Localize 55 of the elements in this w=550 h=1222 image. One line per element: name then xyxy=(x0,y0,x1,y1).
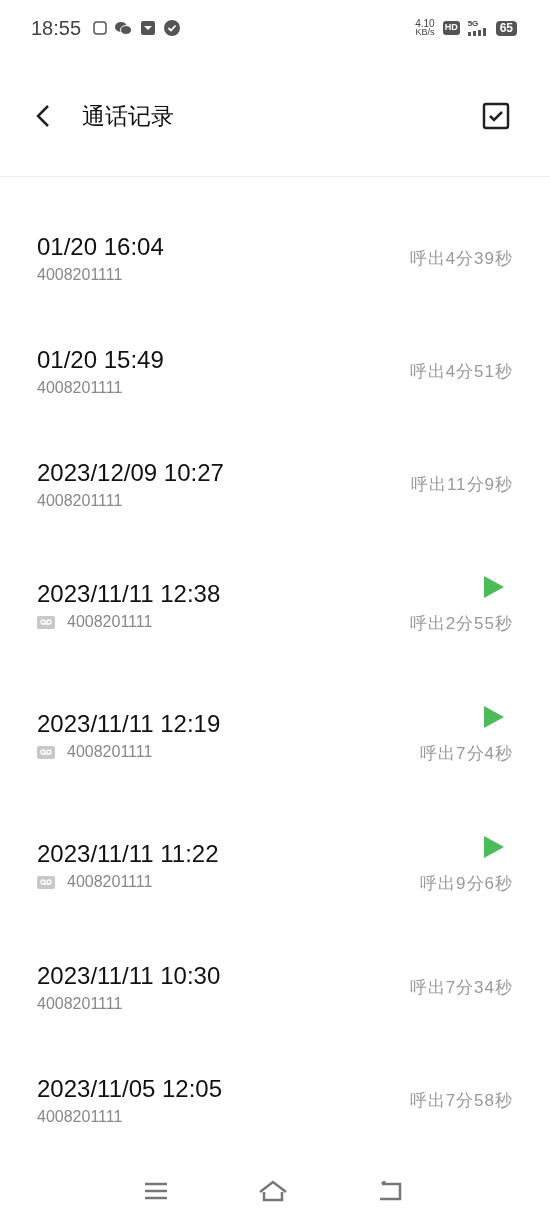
play-icon[interactable] xyxy=(483,575,505,600)
call-time: 2023/11/11 10:30 xyxy=(37,960,222,991)
net-speed-unit: KB/s xyxy=(415,28,435,37)
call-time: 2023/11/11 11:22 xyxy=(37,839,220,869)
phone-number: 4008201111 xyxy=(67,872,153,892)
call-duration: 呼出4分39秒 xyxy=(409,247,513,270)
page-title: 通话记录 xyxy=(82,101,175,131)
chat-icon xyxy=(115,21,133,35)
select-icon[interactable] xyxy=(482,102,510,130)
phone-number: 4008201111 xyxy=(67,742,153,762)
call-duration: 呼出7分58秒 xyxy=(409,1089,513,1112)
call-log-row[interactable]: 2023/11/11 12:19 4008201111 呼出7分4秒 xyxy=(0,671,550,801)
phone-number: 4008201111 xyxy=(37,377,123,398)
call-log-row[interactable]: 01/20 15:49 4008201111 呼出4分51秒 xyxy=(0,315,550,428)
check-circle-icon xyxy=(164,20,181,36)
call-duration: 呼出11分9秒 xyxy=(410,473,513,496)
battery-indicator: 65 xyxy=(495,20,517,36)
net-speed: 4.10 xyxy=(415,19,435,28)
network-type: 5G xyxy=(467,20,480,28)
call-log-row[interactable]: 01/20 16:04 4008201111 呼出4分39秒 xyxy=(0,202,550,315)
signal-icon xyxy=(467,28,488,36)
call-duration: 呼出9分6秒 xyxy=(420,873,513,896)
call-duration: 呼出7分34秒 xyxy=(409,976,513,999)
call-time: 2023/12/09 10:27 xyxy=(37,457,225,488)
call-time: 2023/11/11 12:19 xyxy=(37,709,222,739)
notification-icon xyxy=(93,21,108,35)
call-time: 01/20 15:49 xyxy=(37,344,165,375)
call-log-row[interactable]: 2023/11/11 12:38 4008201111 呼出2分55秒 xyxy=(0,541,550,671)
hd-badge: HD xyxy=(442,21,460,35)
call-time: 01/20 16:04 xyxy=(37,231,165,262)
phone-number: 4008201111 xyxy=(37,264,123,285)
home-icon[interactable] xyxy=(258,1180,288,1202)
menu-icon[interactable] xyxy=(144,1182,168,1200)
inbox-icon xyxy=(140,20,157,36)
play-icon[interactable] xyxy=(483,835,505,860)
phone-number: 4008201111 xyxy=(37,490,123,511)
phone-number: 4008201111 xyxy=(37,993,123,1014)
recording-icon xyxy=(37,875,55,889)
call-time: 2023/11/05 12:05 xyxy=(37,1073,224,1104)
back-nav-icon[interactable] xyxy=(378,1181,402,1201)
call-duration: 呼出4分51秒 xyxy=(409,360,513,383)
play-icon[interactable] xyxy=(483,705,505,730)
recording-icon xyxy=(37,615,55,629)
call-log-row[interactable]: 2023/11/11 10:30 4008201111 呼出7分34秒 xyxy=(0,931,550,1044)
call-log-row[interactable]: 2023/11/05 12:05 4008201111 呼出7分58秒 xyxy=(0,1044,550,1157)
phone-number: 4008201111 xyxy=(37,1106,123,1127)
call-log-row[interactable]: 2023/12/09 10:27 4008201111 呼出11分9秒 xyxy=(0,428,550,541)
back-icon[interactable] xyxy=(36,104,50,128)
call-duration: 呼出7分4秒 xyxy=(420,743,513,766)
phone-number: 4008201111 xyxy=(67,612,153,632)
clock: 18:55 xyxy=(31,16,82,41)
call-time: 2023/11/11 12:38 xyxy=(37,579,222,609)
call-duration: 呼出2分55秒 xyxy=(409,613,513,636)
call-log-row[interactable]: 2023/11/11 11:22 4008201111 呼出9分6秒 xyxy=(0,801,550,931)
recording-icon xyxy=(37,745,55,759)
